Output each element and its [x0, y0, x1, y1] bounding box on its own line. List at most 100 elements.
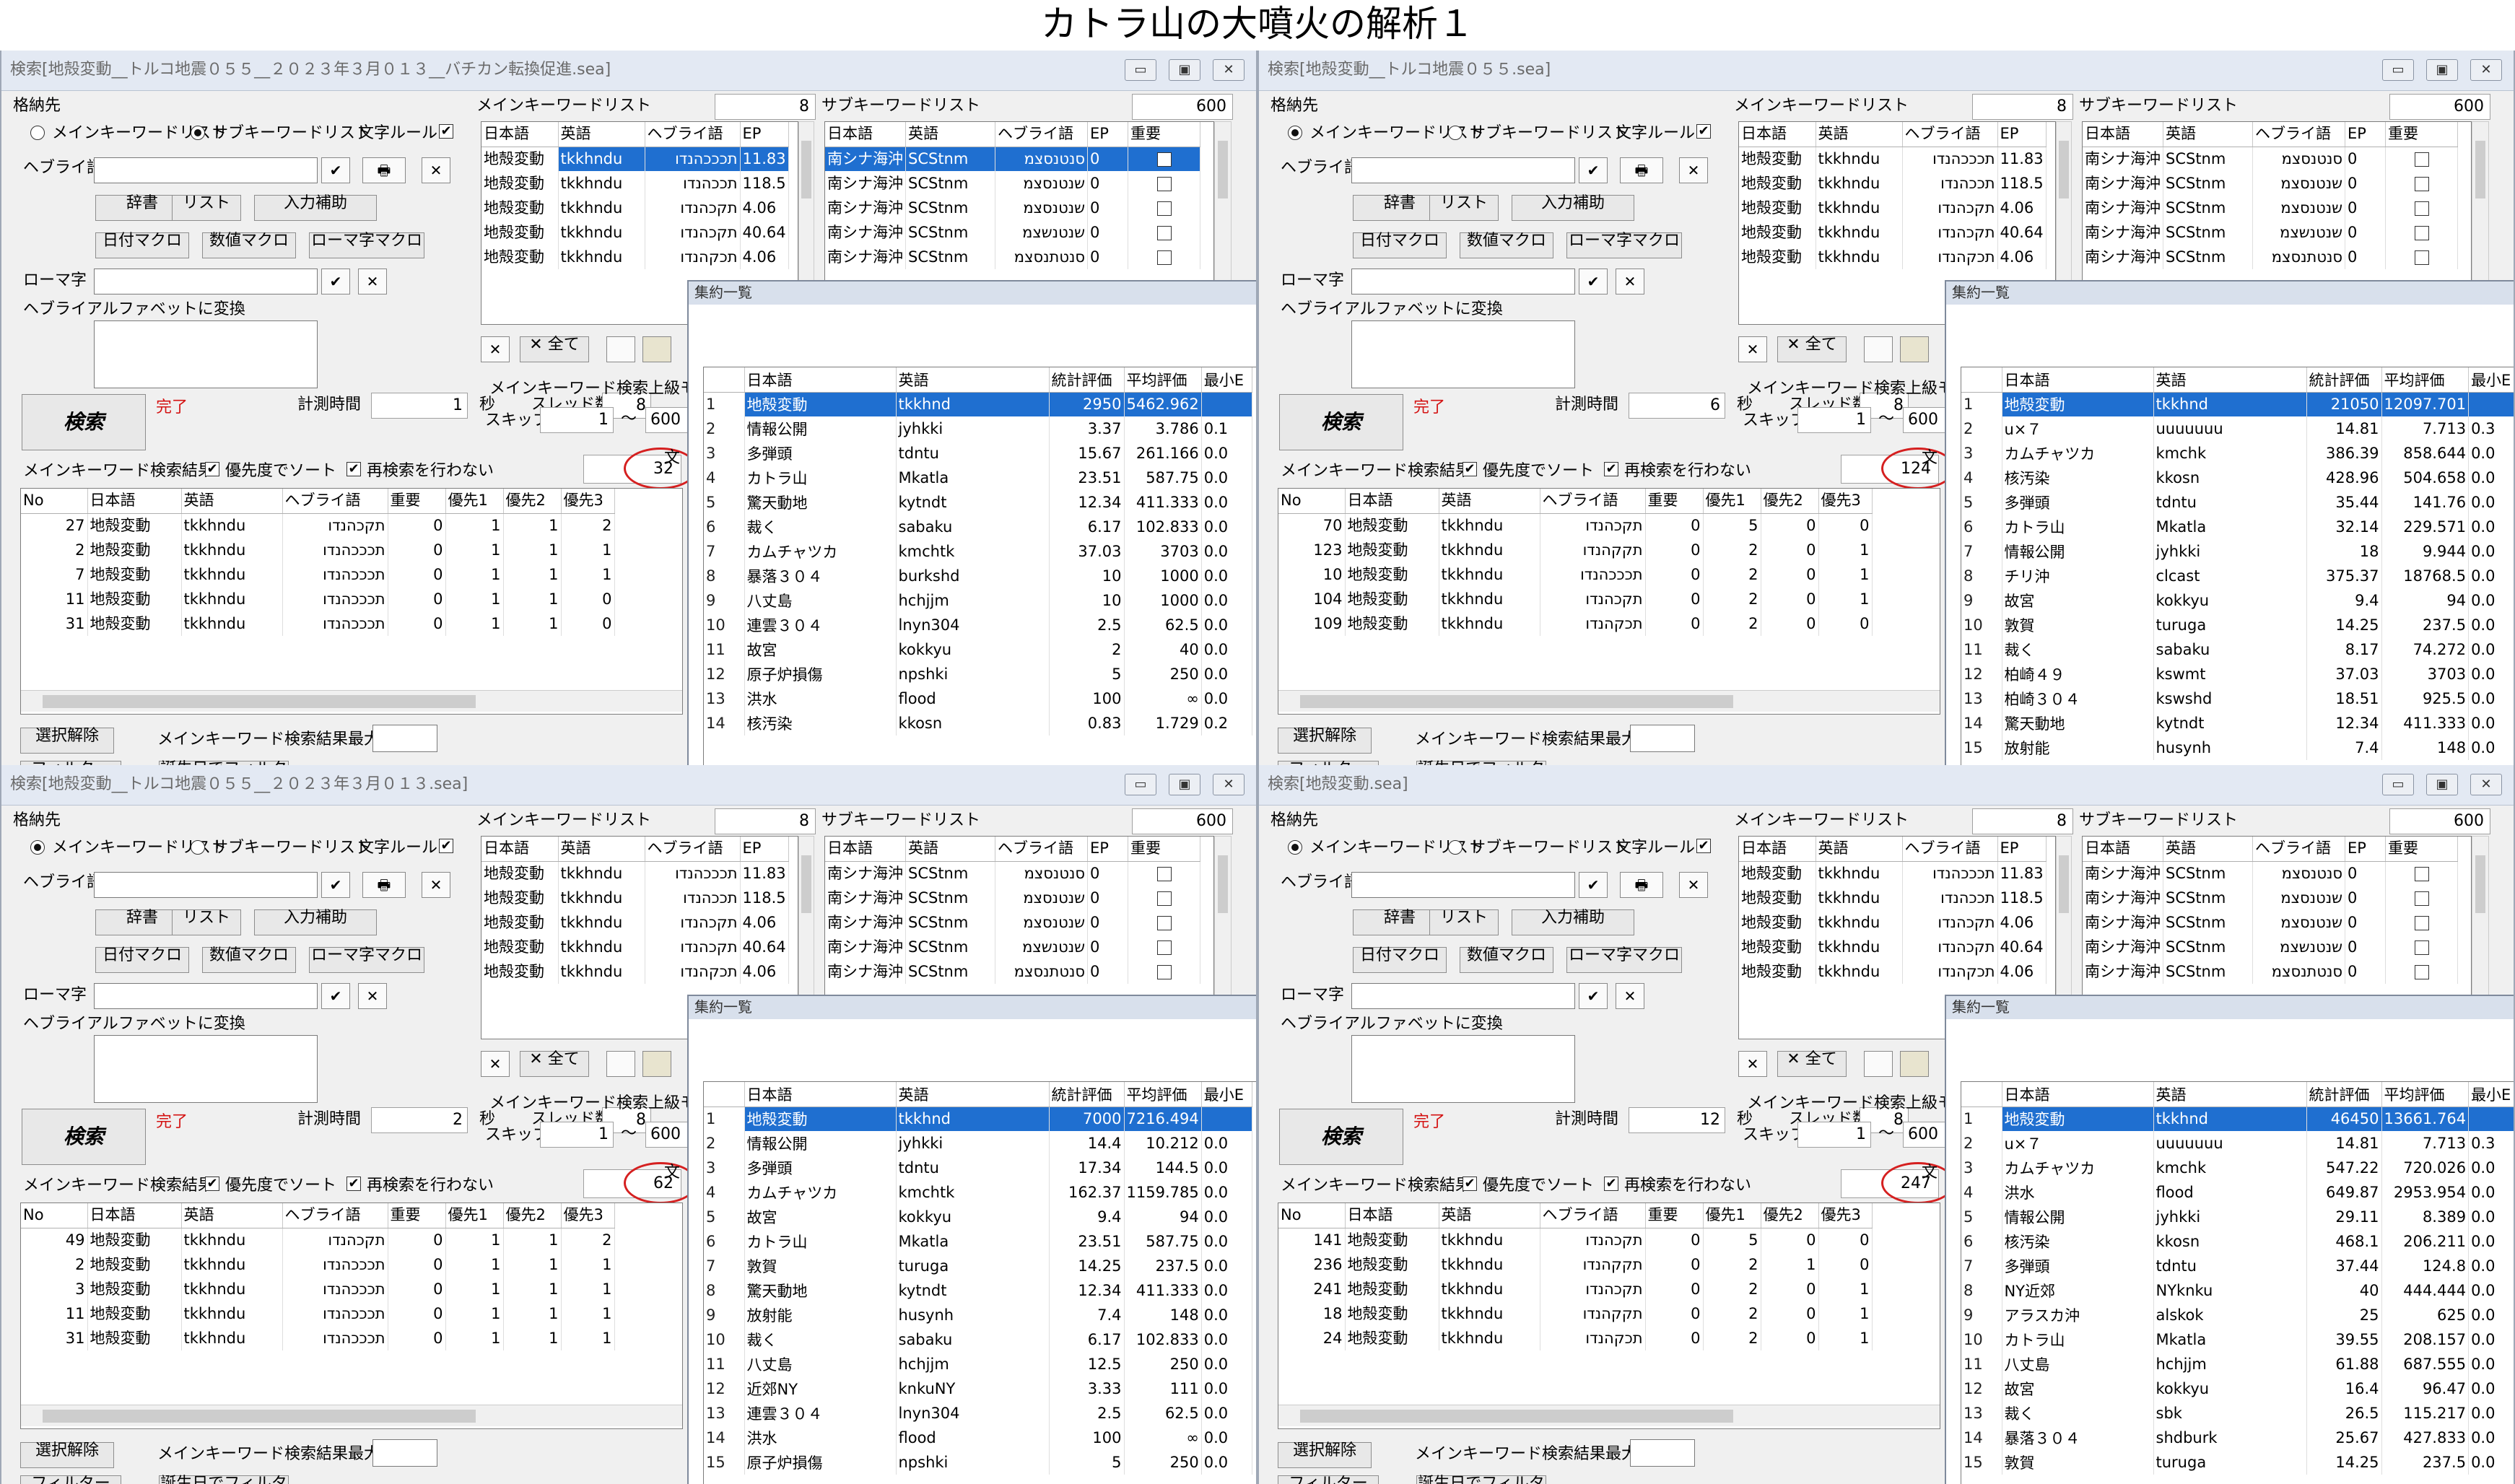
table-row[interactable]: 南シナ海沖 SCStnm שנטנסצמ 0	[2083, 886, 2458, 910]
roman-macro-button[interactable]: ローマ字マクロ	[1566, 232, 1682, 258]
results-header[interactable]: 優先1	[1703, 1203, 1761, 1228]
important-checkbox[interactable]	[1156, 915, 1172, 930]
kw-header[interactable]: 英語	[1816, 837, 1903, 862]
table-row[interactable]: 11 地殻変動 tkkhndu תכככהנדו 0 1 1 1	[21, 1301, 615, 1326]
search-button[interactable]: 検索	[22, 394, 146, 450]
table-row[interactable]: 3 多弾頭 tdntu 15.67 261.166 0.0	[704, 441, 1252, 466]
table-row[interactable]: 地殻変動 tkkhndu תקכהנדו 40.64	[481, 220, 789, 245]
romaji-confirm-icon[interactable]: ✔	[321, 269, 350, 294]
table-row[interactable]: 4 核汚染 kkosn 428.96 504.658 0.0	[1961, 466, 2514, 490]
results-header[interactable]: 優先2	[503, 1203, 562, 1228]
important-checkbox[interactable]	[2414, 152, 2429, 167]
print-icon[interactable]: 🖶	[362, 872, 406, 898]
sub-header[interactable]: 英語	[905, 837, 995, 862]
table-row[interactable]: 12 近郊NY knkuNY 3.33 111 0.0	[704, 1376, 1252, 1401]
results-header[interactable]: 重要	[388, 1203, 446, 1228]
table-row[interactable]: 南シナ海沖 SCStnm שנטנסצמ 0	[825, 196, 1200, 220]
aggregate-window[interactable]: 集約一覧 日本語 英語 統計評価 平均評価 最小E 1 地殻変動 tkkhnd 46450 136…	[1945, 995, 2514, 1484]
table-row[interactable]: 6 カトラ山 Mkatla 23.51 587.75 0.0	[704, 1229, 1252, 1254]
radio-sub-list[interactable]	[1448, 840, 1463, 855]
table-row[interactable]: 10 連雲３０４ lnyn304 2.5 62.5 0.0	[704, 613, 1252, 637]
important-checkbox[interactable]	[1156, 940, 1172, 955]
aggregate-window[interactable]: 集約一覧 日本語 英語 統計評価 平均評価 最小E 1 地殻変動 tkkhnd 21050 120…	[1945, 280, 2514, 769]
table-row[interactable]: 13 裁く sbk 26.5 115.217 0.0	[1961, 1401, 2514, 1426]
results-header[interactable]: 優先2	[1761, 1203, 1819, 1228]
table-row[interactable]: 10 カトラ山 Mkatla 39.55 208.157 0.0	[1961, 1327, 2514, 1352]
results-grid[interactable]: No 日本語 英語 ヘブライ語 重要 優先1 優先2 優先3 70 地殻変動 tkkhndu תקכה…	[1278, 488, 1940, 715]
table-row[interactable]: 13 連雲３０４ lnyn304 2.5 62.5 0.0	[704, 1401, 1252, 1426]
clear-icon[interactable]: ✕	[422, 872, 450, 898]
table-row[interactable]: 南シナ海沖 SCStnm שנטנשצמ 0	[2083, 220, 2458, 245]
aggregate-grid[interactable]: 日本語 英語 統計評価 平均評価 最小E 1 地殻変動 tkkhnd 2950 5462.962 2…	[703, 367, 1256, 769]
table-row[interactable]: 2 地殻変動 tkkhndu תכככהנדו 0 1 1 1	[21, 538, 615, 562]
minimize-icon[interactable]: ▭	[2382, 774, 2414, 795]
table-row[interactable]: 南シナ海沖 SCStnm סנטנסצמ 0	[825, 861, 1200, 886]
no-research-checkbox[interactable]: ✔	[346, 462, 361, 476]
results-header[interactable]: 優先1	[445, 1203, 504, 1228]
sub-header[interactable]: 英語	[905, 122, 995, 147]
table-row[interactable]: 1 地殻変動 tkkhnd 7000 7216.494	[704, 1107, 1252, 1131]
aggregate-header[interactable]: 英語	[2153, 1082, 2307, 1107]
kw-header[interactable]: ヘブライ語	[1902, 837, 1998, 862]
table-row[interactable]: 2 u×７ uuuuuuu 14.81 7.713 0.3	[1961, 1131, 2514, 1156]
aggregate-header[interactable]: 最小E	[1201, 367, 1252, 393]
paste-icon[interactable]	[642, 1051, 671, 1077]
results-header[interactable]: 英語	[1439, 489, 1540, 514]
date-macro-button[interactable]: 日付マクロ	[95, 232, 189, 258]
table-row[interactable]: 7 カムチャツカ kmchtk 37.03 3703 0.0	[704, 539, 1252, 564]
minimize-icon[interactable]: ▭	[2382, 59, 2414, 81]
kw-header[interactable]: EP	[740, 837, 789, 862]
results-header[interactable]: 日本語	[1345, 1203, 1439, 1228]
romaji-clear-icon[interactable]: ✕	[358, 269, 387, 294]
important-checkbox[interactable]	[2414, 964, 2429, 979]
table-row[interactable]: 6 裁く sabaku 6.17 102.833 0.0	[704, 515, 1252, 539]
remove-all-button[interactable]: ✕ 全て	[520, 336, 589, 362]
table-row[interactable]: 南シナ海沖 SCStnm שנטנסצמ 0	[2083, 910, 2458, 935]
close-window-icon[interactable]: ✕	[1213, 59, 1245, 81]
search-button[interactable]: 検索	[1279, 394, 1403, 450]
kw-header[interactable]: 英語	[1816, 122, 1903, 147]
important-checkbox[interactable]	[2414, 940, 2429, 955]
table-row[interactable]: 27 地殻変動 tkkhndu תקכהנדו 0 1 1 2	[21, 513, 615, 538]
table-row[interactable]: 南シナ海沖 SCStnm שנטנשצמ 0	[2083, 935, 2458, 959]
minimize-icon[interactable]: ▭	[1125, 59, 1156, 81]
sort-priority-checkbox[interactable]: ✔	[205, 462, 219, 476]
num-macro-button[interactable]: 数値マクロ	[202, 232, 296, 258]
sub-header[interactable]: 日本語	[825, 837, 906, 862]
table-row[interactable]: 地殻変動 tkkhndu תכככהנדו 11.83	[1739, 147, 2047, 171]
important-checkbox[interactable]	[2414, 866, 2429, 881]
search-window[interactable]: 検索[地殻変動__トルコ地震０５５__２０２３年３月０１３.sea] ▭ ▣ ✕ 格納先…	[0, 765, 1258, 1484]
table-row[interactable]: 9 八丈島 hchjjm 10 1000 0.0	[704, 588, 1252, 613]
romaji-input[interactable]	[94, 983, 318, 1009]
radio-sub-list[interactable]	[1448, 126, 1463, 140]
results-hscroll[interactable]	[21, 690, 682, 712]
table-row[interactable]: 7 地殻変動 tkkhndu תכככהנדו 0 1 1 1	[21, 562, 615, 587]
romaji-input[interactable]	[1351, 269, 1575, 294]
sub-header[interactable]: 英語	[2163, 122, 2253, 147]
input-assist-button[interactable]: 入力補助	[254, 195, 377, 221]
hebrew-input[interactable]	[94, 872, 318, 898]
maximize-icon[interactable]: ▣	[2426, 59, 2458, 81]
table-row[interactable]: 南シナ海沖 SCStnm סנטתנסצמ 0	[825, 959, 1200, 984]
char-rule-checkbox[interactable]: ✔	[1696, 839, 1711, 853]
important-checkbox[interactable]	[2414, 915, 2429, 930]
skip-from[interactable]: 1	[540, 1122, 614, 1148]
sub-header[interactable]: 日本語	[825, 122, 906, 147]
sub-header[interactable]: 重要	[1128, 837, 1200, 862]
aggregate-header[interactable]: 日本語	[2002, 367, 2154, 393]
char-rule-checkbox[interactable]: ✔	[439, 124, 453, 139]
filter-button[interactable]: フィルター	[20, 1475, 121, 1484]
kw-header[interactable]: 日本語	[481, 122, 559, 147]
table-row[interactable]: 3 地殻変動 tkkhndu תכככהנדו 0 1 1 1	[21, 1277, 615, 1301]
romaji-confirm-icon[interactable]: ✔	[321, 983, 350, 1009]
sub-header[interactable]: EP	[2345, 837, 2386, 862]
results-grid[interactable]: No 日本語 英語 ヘブライ語 重要 優先1 優先2 優先3 141 地殻変動 tkkhndu תקכ…	[1278, 1203, 1940, 1429]
table-row[interactable]: 8 NY近郊 NYknku 40 444.444 0.0	[1961, 1278, 2514, 1303]
table-row[interactable]: 1 地殻変動 tkkhnd 21050 12097.701	[1961, 392, 2514, 416]
table-row[interactable]: 地殻変動 tkkhndu תכקהנדו 4.06	[1739, 959, 2047, 984]
romaji-clear-icon[interactable]: ✕	[1616, 983, 1644, 1009]
table-row[interactable]: 5 多弾頭 tdntu 35.44 141.76 0.0	[1961, 490, 2514, 515]
table-row[interactable]: 南シナ海沖 SCStnm סנטתנסצמ 0	[825, 245, 1200, 269]
table-row[interactable]: 地殻変動 tkkhndu תכקהנדו 4.06	[481, 959, 789, 984]
input-assist-button[interactable]: 入力補助	[254, 909, 377, 935]
